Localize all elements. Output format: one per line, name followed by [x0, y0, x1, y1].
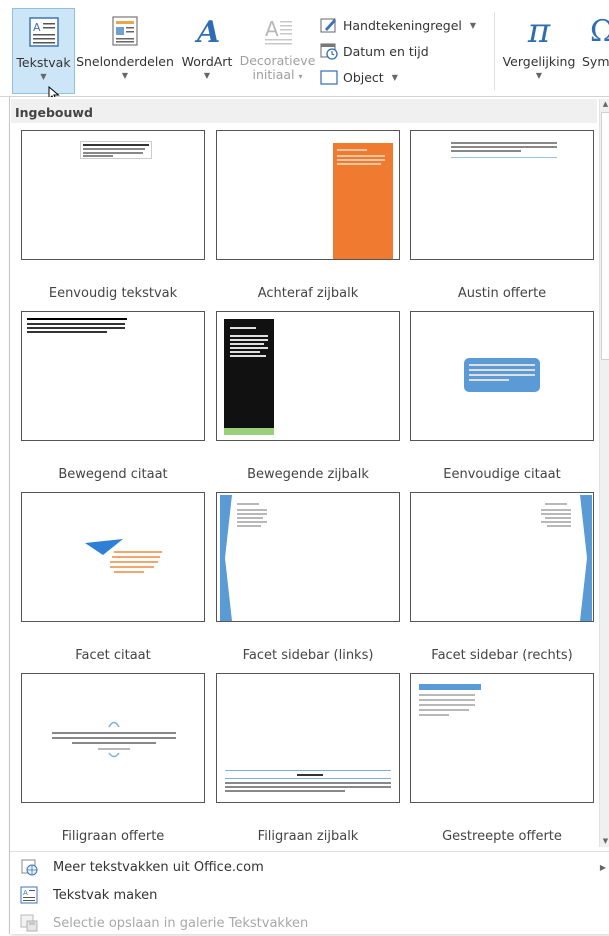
gallery-item-filigraan-offerte[interactable]: [21, 673, 205, 803]
gallery-caption: Eenvoudige citaat: [443, 467, 561, 482]
svg-text:A: A: [194, 15, 220, 48]
date-time-icon: [319, 42, 339, 60]
gallery-item-achteraf-zijbalk[interactable]: [216, 130, 400, 260]
signature-line-icon: [319, 16, 339, 34]
chevron-down-icon: ▼: [391, 72, 398, 82]
thumb-blue-stripe: [419, 684, 481, 690]
object-label: Object: [343, 69, 384, 85]
decoratieve-initiaal-button[interactable]: A Decoratieve initiaal ▾: [239, 8, 316, 94]
tekstvak-button[interactable]: A Tekstvak ▼: [12, 8, 75, 103]
thumb-textbox: [80, 141, 152, 159]
pi-icon: π: [527, 11, 551, 51]
gallery-caption: Facet sidebar (rechts): [431, 648, 573, 663]
scroll-thumb[interactable]: [601, 112, 609, 360]
thumb-quote: [451, 140, 557, 158]
svg-text:A: A: [23, 889, 28, 897]
chevron-down-icon: ▼: [203, 71, 211, 80]
ribbon-insert-text-group: A Tekstvak ▼ Snelonderdelen ▼ A WordArt …: [0, 0, 609, 103]
datum-tijd-button[interactable]: Datum en tijd: [319, 40, 489, 62]
menu-label: Meer tekstvakken uit Office.com: [53, 859, 264, 875]
chevron-down-icon: ▾: [298, 72, 303, 81]
gallery-item-facet-citaat[interactable]: [21, 492, 205, 622]
menu-label: Selectie opslaan in galerie Tekstvakken: [53, 915, 309, 931]
drop-cap-icon: A: [261, 8, 295, 54]
gallery-caption: Eenvoudig tekstvak: [48, 286, 178, 301]
object-icon: [319, 68, 339, 86]
wordart-label: WordArt: [181, 54, 233, 69]
symbool-button[interactable]: Ω Sym: [580, 8, 609, 94]
menu-item-selectie-opslaan[interactable]: Selectie opslaan in galerie Tekstvakken: [10, 910, 609, 936]
menu-item-meer-tekstvakken[interactable]: Meer tekstvakken uit Office.com ▶: [10, 854, 609, 880]
handtekeningregel-label: Handtekeningregel: [343, 17, 462, 33]
datum-tijd-label: Datum en tijd: [343, 43, 429, 59]
gallery-scrollbar[interactable]: ▲ ▼: [599, 99, 609, 847]
quick-parts-icon: [108, 8, 142, 54]
decoratieve-label-2: initiaal: [252, 67, 295, 82]
thumb-blue-stripe: [220, 495, 232, 621]
wordart-icon: A: [190, 8, 224, 54]
gallery-caption: Achteraf zijbalk: [257, 286, 359, 301]
decoratieve-label-1: Decoratieve: [239, 53, 316, 68]
menu-divider: [10, 851, 609, 852]
gallery-caption: Gestreepte offerte: [442, 829, 562, 844]
scroll-up-icon[interactable]: ▲: [600, 99, 609, 110]
chevron-down-icon: ▼: [40, 72, 47, 81]
gallery-item-facet-sidebar-links[interactable]: [216, 492, 400, 622]
svg-text:A: A: [265, 17, 279, 41]
vergelijking-label: Vergelijking: [502, 54, 576, 69]
thumb-blue-quote: [464, 358, 540, 392]
menu-item-tekstvak-maken[interactable]: A Tekstvak maken: [10, 882, 609, 908]
snelonderdelen-label: Snelonderdelen: [76, 54, 174, 69]
textbox-gallery: Ingebouwd ▲ ▼ Eenvoudig tekstvak Achtera…: [9, 97, 609, 934]
ribbon-divider: [494, 12, 495, 90]
object-button[interactable]: Object ▼: [319, 66, 489, 88]
wordart-button[interactable]: A WordArt ▼: [177, 8, 237, 94]
gallery-item-bewegend-citaat[interactable]: [21, 311, 205, 441]
gallery-caption: Bewegende zijbalk: [247, 467, 369, 482]
snelonderdelen-button[interactable]: Snelonderdelen ▼: [76, 8, 174, 94]
thumb-orange-sidebar: [333, 143, 393, 259]
small-commands: Handtekeningregel ▼ Datum en tijd Object: [319, 14, 489, 92]
gallery-item-austin-offerte[interactable]: [410, 130, 594, 260]
vergelijking-button[interactable]: π Vergelijking ▼: [499, 8, 579, 94]
handtekeningregel-button[interactable]: Handtekeningregel ▼: [319, 14, 489, 36]
office-com-icon: [19, 858, 39, 876]
gallery-caption: Filigraan zijbalk: [257, 829, 359, 844]
gallery-item-bewegende-zijbalk[interactable]: [216, 311, 400, 441]
svg-text:A: A: [33, 21, 41, 34]
gallery-caption: Austin offerte: [457, 286, 547, 301]
scroll-down-icon[interactable]: ▼: [600, 836, 609, 847]
gallery-caption: Filigraan offerte: [61, 829, 165, 844]
gallery-caption: Facet citaat: [75, 648, 151, 663]
gallery-item-facet-sidebar-rechts[interactable]: [410, 492, 594, 622]
thumb-quote: [27, 318, 127, 336]
thumb-green-bar: [224, 428, 274, 435]
gallery-caption: Bewegend citaat: [58, 467, 168, 482]
tekstvak-label: Tekstvak: [16, 55, 71, 70]
gallery-item-eenvoudig-tekstvak[interactable]: [21, 130, 205, 260]
chevron-down-icon: ▼: [121, 71, 129, 80]
omega-icon: Ω: [590, 13, 609, 49]
chevron-right-icon: ▶: [599, 862, 606, 872]
chevron-down-icon: ▼: [469, 20, 477, 30]
thumb-blue-stripe: [580, 495, 592, 621]
save-selection-icon: [19, 914, 39, 932]
thumb-black-sidebar: [224, 319, 274, 428]
gallery-item-filigraan-zijbalk[interactable]: [216, 673, 400, 803]
gallery-caption: Facet sidebar (links): [242, 648, 374, 663]
gallery-item-gestreepte-offerte[interactable]: [410, 673, 594, 803]
textbox-icon: A: [27, 9, 61, 55]
draw-textbox-icon: A: [19, 886, 39, 904]
symbool-label: Sym: [582, 54, 609, 69]
gallery-item-eenvoudige-citaat[interactable]: [410, 311, 594, 441]
thumb-ornament: [108, 721, 120, 728]
group-header: Ingebouwd: [11, 99, 597, 123]
menu-label: Tekstvak maken: [53, 887, 158, 903]
chevron-down-icon: ▼: [535, 71, 543, 80]
